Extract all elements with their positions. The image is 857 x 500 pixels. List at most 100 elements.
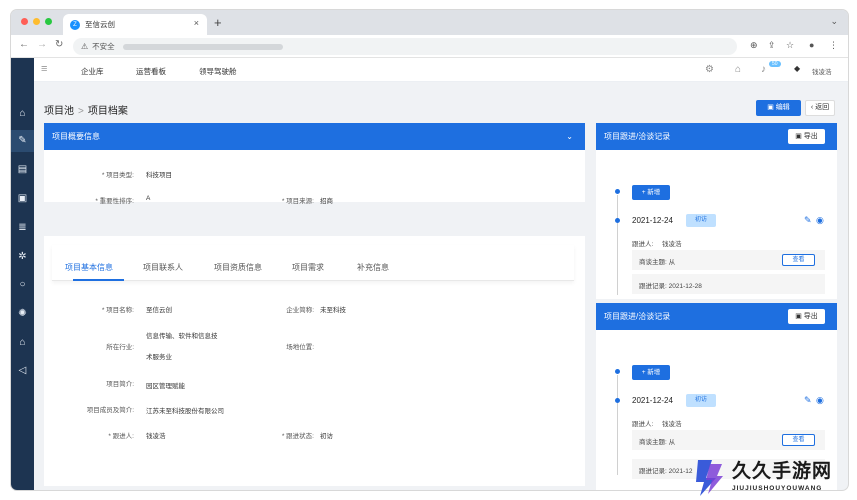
view-eye-icon[interactable]: ◉ xyxy=(816,395,824,406)
collapse-chevron-icon[interactable]: ⌄ xyxy=(566,123,573,150)
maximize-window-dot[interactable] xyxy=(45,18,52,25)
back-arrow-icon[interactable]: ← xyxy=(19,39,29,50)
nav-operations-board[interactable]: 运营看板 xyxy=(136,66,166,77)
circle-icon[interactable]: ○ xyxy=(11,279,34,290)
user-name[interactable]: 钱凌浩 xyxy=(812,66,832,76)
hamburger-icon[interactable]: ≡ xyxy=(41,63,47,75)
overview-header[interactable]: 项目概要信息 ⌄ xyxy=(44,123,585,150)
home-icon[interactable]: ⌂ xyxy=(11,337,34,348)
follow-status-value: 初访 xyxy=(320,433,333,440)
add-record-button[interactable]: + 新增 xyxy=(632,365,670,380)
short-name-value: 未至科技 xyxy=(320,307,346,314)
forward-arrow-icon[interactable]: → xyxy=(37,39,47,50)
record-header: 项目跟进/洽谈记录 ▣ 导出 xyxy=(596,123,837,150)
nav-enterprise-library[interactable]: 企业库 xyxy=(81,66,104,77)
site-location-label: 场地位置: xyxy=(286,344,314,351)
edit-record-icon[interactable]: ✎ xyxy=(804,395,812,406)
tab-bar: Z 至信云创 × + ⌄ xyxy=(11,10,848,35)
settings-gear-icon[interactable]: ⚙ xyxy=(705,64,714,75)
breadcrumb-parent[interactable]: 项目池 xyxy=(44,106,74,117)
basic-info-card: 项目基本信息 项目联系人 项目资质信息 项目需求 补充信息 * 项目名称: 至信… xyxy=(44,236,585,486)
user-avatar[interactable]: ◆ xyxy=(794,64,800,73)
reload-icon[interactable]: ↻ xyxy=(55,39,63,50)
address-bar: ← → ↻ ⚠ 不安全 ⊕ ⇪ ☆ ● ⋮ xyxy=(11,35,848,58)
members-value: 江苏未至科技股份有限公司 xyxy=(146,408,224,415)
tab-search-icon[interactable]: ⌄ xyxy=(830,16,838,27)
timeline-dot xyxy=(615,369,620,374)
project-intro-value: 园区管理赋能 xyxy=(146,383,185,390)
tab-supplementary[interactable]: 补充信息 xyxy=(357,262,389,273)
follower-value: 钱凌浩 xyxy=(662,241,682,248)
share-icon[interactable]: ⇪ xyxy=(768,40,776,51)
bookmark-star-icon[interactable]: ☆ xyxy=(786,40,794,51)
edit-button-icon: ▣ xyxy=(767,104,776,111)
view-button[interactable]: 查看 xyxy=(782,254,815,266)
project-type-label: * 项目类型: xyxy=(101,172,134,179)
money-icon[interactable]: ▣ xyxy=(11,193,34,204)
minimize-window-dot[interactable] xyxy=(33,18,40,25)
industry-value-line2: 术服务业 xyxy=(146,354,172,361)
tab-qualifications[interactable]: 项目资质信息 xyxy=(214,262,262,273)
short-name-label: 企业简称: xyxy=(286,307,314,314)
cluster-icon[interactable]: ✲ xyxy=(11,251,34,262)
tab-requirements[interactable]: 项目需求 xyxy=(292,262,324,273)
edit-record-icon[interactable]: ✎ xyxy=(804,215,812,226)
record-text: 跟进记录: 2021-12 xyxy=(639,468,693,475)
speaker-icon[interactable]: ◁ xyxy=(11,365,34,376)
notification-bell-icon[interactable]: ♪ xyxy=(761,64,766,75)
zoom-icon[interactable]: ⊕ xyxy=(750,40,758,51)
tab-close-icon[interactable]: × xyxy=(194,18,199,28)
add-record-button[interactable]: + 新增 xyxy=(632,185,670,200)
record-title: 项目跟进/洽谈记录 xyxy=(604,312,671,321)
record-date: 2021-12-24 xyxy=(632,396,673,405)
record-text: 跟进记录: 2021-12-28 xyxy=(639,283,702,290)
page-title: 项目档案 xyxy=(87,106,128,117)
follower-value: 钱凌浩 xyxy=(146,433,166,440)
document-icon[interactable]: ▤ xyxy=(11,164,34,175)
export-label: 导出 xyxy=(803,313,818,320)
watermark-text: 久久手游网 xyxy=(732,461,833,482)
back-button-label: 返回 xyxy=(815,104,830,111)
back-button[interactable]: ‹ 返回 xyxy=(805,100,835,116)
url-field[interactable]: ⚠ 不安全 xyxy=(73,38,737,55)
tab-contacts[interactable]: 项目联系人 xyxy=(143,262,183,273)
team-icon[interactable]: ✺ xyxy=(11,308,34,319)
view-eye-icon[interactable]: ◉ xyxy=(816,215,824,226)
add-record-label: 新增 xyxy=(647,369,661,376)
industry-label: 所在行业: xyxy=(106,344,134,351)
industry-value-line1: 信息传输、软件和信息技 xyxy=(146,333,218,340)
timeline-line xyxy=(617,375,618,475)
timeline-line xyxy=(617,195,618,295)
bank-icon[interactable]: ⌂ xyxy=(11,108,34,119)
project-intro-label: 项目简介: xyxy=(106,381,134,388)
priority-value: A xyxy=(146,195,151,202)
members-label: 项目成员及简介: xyxy=(86,407,134,414)
priority-label: * 重要性排序: xyxy=(95,198,134,205)
watermark-subtext: JIUJIUSHOUYOUWANG xyxy=(732,485,823,492)
tab-basic-info[interactable]: 项目基本信息 xyxy=(65,262,113,273)
watermark: 久久手游网 JIUJIUSHOUYOUWANG xyxy=(692,456,852,500)
export-button[interactable]: ▣ 导出 xyxy=(788,309,825,324)
profile-icon[interactable]: ● xyxy=(809,40,814,50)
insecure-label: 不安全 xyxy=(92,42,115,51)
breadcrumb-separator: > xyxy=(78,106,84,117)
home-icon[interactable]: ⌂ xyxy=(735,64,741,75)
view-button[interactable]: 查看 xyxy=(782,434,815,446)
site-favicon-icon: Z xyxy=(70,19,80,30)
top-navigation: ≡ 企业库 运营看板 领导驾驶舱 ⚙ ⌂ ♪ 50 ◆ 钱凌浩 xyxy=(34,58,848,82)
add-record-label: 新增 xyxy=(647,189,661,196)
record-title: 项目跟进/洽谈记录 xyxy=(604,132,671,141)
nav-leader-cockpit[interactable]: 领导驾驶舱 xyxy=(199,66,237,77)
browser-menu-icon[interactable]: ⋮ xyxy=(829,40,838,51)
export-button[interactable]: ▣ 导出 xyxy=(788,129,825,144)
edit-icon[interactable]: ✎ xyxy=(11,130,34,152)
follow-status-label: * 跟进状态: xyxy=(281,433,314,440)
breadcrumb: 项目池 > 项目档案 xyxy=(44,102,128,117)
record-status-tag: 初访 xyxy=(686,394,716,407)
edit-button[interactable]: ▣ 编辑 xyxy=(756,100,801,116)
close-window-dot[interactable] xyxy=(21,18,28,25)
active-tab-indicator xyxy=(73,279,124,281)
browser-tab[interactable]: Z 至信云创 × xyxy=(63,14,207,35)
new-tab-button[interactable]: + xyxy=(214,15,222,30)
database-icon[interactable]: ≣ xyxy=(11,222,34,233)
